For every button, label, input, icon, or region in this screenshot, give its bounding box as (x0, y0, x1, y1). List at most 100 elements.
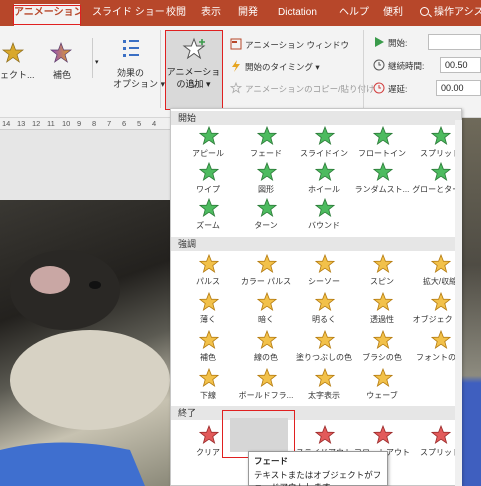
emphasis-effect[interactable]: ブラシの色 (353, 327, 411, 367)
tab-review[interactable]: 校閲 (166, 4, 186, 26)
section-header-exit: 終了 (171, 406, 461, 420)
emphasis-star-icon (315, 330, 335, 349)
slide-photo[interactable] (0, 200, 170, 486)
entrance-effect[interactable]: ズーム (179, 195, 237, 235)
effect-options-label2: オプション ▾ (113, 79, 166, 89)
emphasis-effect[interactable]: 下線 (179, 365, 237, 405)
emphasis-star-icon (199, 254, 219, 273)
gallery-scroll[interactable]: ▾ (92, 38, 104, 78)
effect-options-icon[interactable] (120, 38, 142, 60)
emphasis-effect[interactable]: シーソー (295, 251, 353, 291)
duration-input[interactable]: 00.50 (440, 57, 481, 73)
entrance-effect[interactable]: 図形 (237, 159, 295, 199)
add-animation-button[interactable]: アニメーション の追加 ▾ (165, 30, 223, 110)
emphasis-effect-label: ウェーブ (366, 391, 398, 400)
emphasis-effect-label: フォントの色 (416, 353, 462, 362)
emphasis-effect[interactable]: ボールドフラ... (237, 365, 295, 405)
entrance-star-icon (431, 162, 451, 181)
emphasis-effect[interactable]: スピン (353, 251, 411, 291)
emphasis-effect-label: 太字表示 (308, 391, 340, 400)
emphasis-effect-label: ボールドフラ... (238, 391, 294, 400)
entrance-effect-label: グローとターン (412, 185, 461, 194)
entrance-effect[interactable]: ターン (237, 195, 295, 235)
tab-developer[interactable]: 開発 (238, 4, 258, 26)
complement-star-icon[interactable] (50, 42, 72, 64)
emphasis-effect-label: 暗く (258, 315, 274, 324)
emphasis-effect-label: カラー パルス (240, 277, 292, 286)
entrance-effect-label: 図形 (258, 185, 274, 194)
entrance-effect[interactable]: アピール (179, 123, 237, 163)
emphasis-effect[interactable]: パルス (179, 251, 237, 291)
add-animation-label2: の追加 ▾ (176, 79, 211, 89)
search-box[interactable]: 操作アシス (420, 4, 481, 24)
ruler-tick: 14 (2, 119, 11, 128)
entrance-star-icon (257, 198, 277, 217)
emphasis-effect[interactable]: 薄く (179, 289, 237, 329)
entrance-effect[interactable]: フロートイン (353, 123, 411, 163)
ruler-tick: 4 (152, 119, 157, 128)
tab-animations[interactable]: アニメーション (14, 4, 84, 26)
entrance-effect[interactable]: ワイプ (179, 159, 237, 199)
emphasis-star-icon (431, 292, 451, 311)
ruler-tick: 13 (17, 119, 26, 128)
animation-pane-button[interactable]: アニメーション ウィンドウ (245, 39, 349, 51)
effect-star-icon[interactable] (2, 42, 24, 64)
entrance-effect[interactable]: フェード (237, 123, 295, 163)
entrance-effect[interactable]: バウンド (295, 195, 353, 235)
animation-gallery[interactable]: 開始 アピール フェード スライドイン フロートイン スプリット ワイプ 図形 ホイール ランダム… (170, 108, 462, 486)
emphasis-star-icon (373, 330, 393, 349)
entrance-effect[interactable]: ホイール (295, 159, 353, 199)
emphasis-star-icon (257, 254, 277, 273)
animation-pane-icon (230, 38, 242, 50)
tab-help[interactable]: ヘルプ (339, 4, 369, 26)
start-dropdown[interactable] (428, 34, 481, 50)
complement-label: 補色 (53, 70, 72, 80)
ruler-tick: 8 (92, 119, 97, 128)
ribbon-separator (160, 30, 161, 108)
delay-input[interactable]: 00.00 (436, 80, 481, 96)
ruler-tick: 10 (62, 119, 71, 128)
ribbon-separator-2 (363, 30, 364, 108)
emphasis-effect-label: 透過性 (370, 315, 394, 324)
animation-painter-button[interactable]: アニメーションのコピー/貼り付け (245, 83, 375, 95)
ruler-tick: 7 (107, 119, 112, 128)
emphasis-effect-label: シーソー (308, 277, 340, 286)
emphasis-star-icon (315, 368, 335, 387)
emphasis-effect[interactable]: ウェーブ (353, 365, 411, 405)
emphasis-effect-label: 補色 (200, 353, 216, 362)
emphasis-effect-label: パルス (196, 277, 220, 286)
emphasis-star-icon (199, 292, 219, 311)
emphasis-effect[interactable]: 塗りつぶしの色 (295, 327, 353, 367)
emphasis-effect[interactable]: 明るく (295, 289, 353, 329)
emphasis-effect[interactable]: 透過性 (353, 289, 411, 329)
trigger-button[interactable]: 開始のタイミング ▾ (245, 61, 320, 73)
emphasis-effect[interactable]: 暗く (237, 289, 295, 329)
tab-dictation[interactable]: Dictation (278, 4, 317, 26)
emphasis-effect[interactable]: 補色 (179, 327, 237, 367)
emphasis-effect-label: ブラシの色 (362, 353, 402, 362)
delay-label: 遅延: (388, 84, 408, 94)
entrance-effect-label: ターン (254, 221, 278, 230)
entrance-star-icon (199, 126, 219, 145)
emphasis-effect[interactable]: カラー パルス (237, 251, 295, 291)
tab-slideshow[interactable]: スライド ショー (92, 4, 165, 26)
exit-star-icon (199, 425, 219, 444)
emphasis-star-icon (257, 330, 277, 349)
photo-shapes (0, 250, 170, 486)
emphasis-star-icon (373, 254, 393, 273)
entrance-effect[interactable]: スライドイン (295, 123, 353, 163)
ruler-tick: 6 (122, 119, 127, 128)
emphasis-effect-label: 薄く (200, 315, 216, 324)
gallery-scrollbar[interactable] (455, 120, 462, 486)
emphasis-effect[interactable]: 太字表示 (295, 365, 353, 405)
tab-benri[interactable]: 便利 (383, 4, 403, 26)
ruler-tick: 5 (137, 119, 142, 128)
duration-label: 継続時間: (388, 61, 425, 71)
entrance-effect[interactable]: ランダムスト... (353, 159, 411, 199)
tooltip-title: フェード (254, 456, 289, 466)
exit-star-icon (373, 425, 393, 444)
entrance-effect-label: ワイプ (196, 185, 220, 194)
entrance-star-icon (257, 126, 277, 145)
emphasis-effect[interactable]: 線の色 (237, 327, 295, 367)
tab-view[interactable]: 表示 (201, 4, 221, 26)
